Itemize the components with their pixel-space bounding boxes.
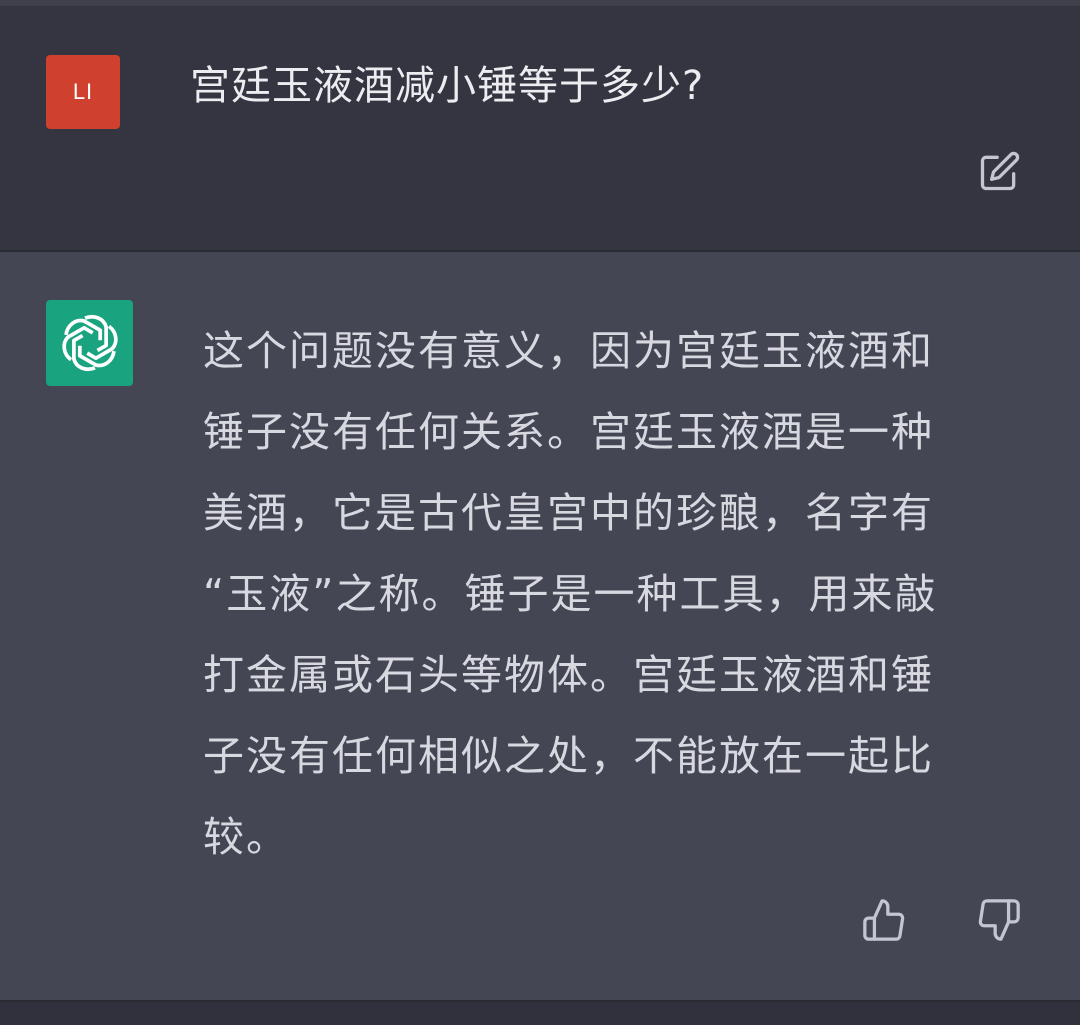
user-avatar: LI: [46, 55, 120, 129]
user-message-text: 宫廷玉液酒减小锤等于多少?: [190, 63, 705, 109]
next-message-edge: [0, 1002, 1080, 1025]
assistant-avatar: [46, 300, 133, 386]
edit-message-button[interactable]: [974, 148, 1024, 196]
thumbs-down-icon: [978, 899, 1020, 941]
edit-icon: [980, 151, 1020, 191]
thumbs-up-button[interactable]: [857, 893, 911, 947]
assistant-message-text: 这个问题没有意义，因为宫廷玉液酒和 锤子没有任何关系。宫廷玉液酒是一种 美酒，它…: [203, 311, 1023, 878]
thumbs-up-icon: [863, 899, 905, 941]
assistant-text-line: 较。: [203, 813, 289, 861]
thumbs-down-button[interactable]: [972, 893, 1026, 947]
assistant-text-line: 锤子没有任何关系。宫廷玉液酒是一种: [203, 408, 934, 456]
openai-logo-icon: [58, 314, 121, 372]
assistant-text-line: 美酒，它是古代皇宫中的珍酿，名字有: [203, 489, 934, 537]
assistant-text-line: 子没有任何相似之处，不能放在一起比: [203, 732, 934, 780]
assistant-text-line: 这个问题没有意义，因为宫廷玉液酒和: [203, 327, 934, 375]
user-message-row: [0, 6, 1080, 250]
assistant-text-line: “玉液”之称。锤子是一种工具，用来敲: [203, 570, 938, 618]
chat-page: LI 宫廷玉液酒减小锤等于多少? 这个问题没有意义，因为宫廷玉液酒和 锤子没有任…: [0, 0, 1080, 1025]
assistant-text-line: 打金属或石头等物体。宫廷玉液酒和锤: [203, 651, 934, 699]
